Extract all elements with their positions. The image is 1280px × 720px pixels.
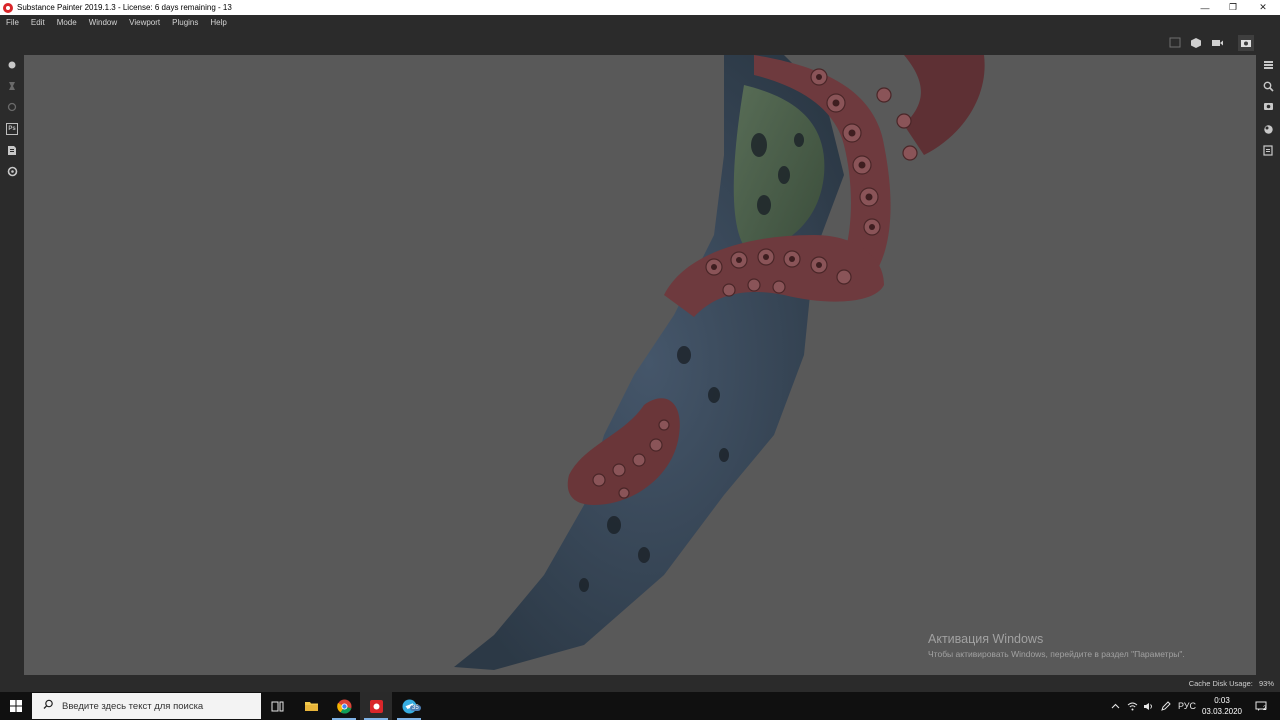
keyboard-language[interactable]: РУС [1176, 692, 1198, 720]
maximize-button[interactable]: ❐ [1218, 0, 1248, 15]
clock-time: 0:03 [1214, 696, 1230, 705]
search-placeholder: Введите здесь текст для поиска [62, 700, 204, 712]
screenshot-camera-icon[interactable] [1238, 35, 1254, 51]
cache-label: Cache Disk Usage: [1188, 679, 1253, 688]
video-camera-icon[interactable] [1210, 36, 1224, 50]
menu-window[interactable]: Window [83, 15, 123, 31]
settings-icon[interactable] [6, 165, 18, 177]
cache-disk-usage: Cache Disk Usage: 93% [1189, 679, 1274, 688]
substance-painter-icon[interactable] [360, 692, 392, 720]
show-hidden-icons-chevron-icon[interactable] [1108, 692, 1122, 720]
menu-file[interactable]: File [0, 15, 25, 31]
windows-activation-watermark: Активация Windows Чтобы активировать Win… [928, 632, 1185, 659]
document-icon[interactable] [6, 144, 18, 156]
menu-help[interactable]: Help [204, 15, 232, 31]
frame-icon[interactable] [1168, 36, 1182, 50]
substance-logo-icon [3, 2, 13, 13]
zoom-icon[interactable] [1262, 80, 1274, 92]
menu-viewport[interactable]: Viewport [123, 15, 166, 31]
display-settings-icon[interactable] [1262, 101, 1274, 113]
windows-taskbar: Введите здесь текст для поиска 35 РУС 0:… [0, 692, 1280, 720]
notifications-icon[interactable]: 2 [1250, 692, 1272, 720]
paint-brush-icon[interactable] [6, 59, 18, 71]
window-title: Substance Painter 2019.1.3 - License: 6 … [17, 3, 232, 12]
volume-icon[interactable] [1140, 692, 1156, 720]
menu-bar: File Edit Mode Window Viewport Plugins H… [0, 15, 1280, 31]
telegram-unread-badge: 35 [410, 705, 421, 711]
close-button[interactable]: ✕ [1248, 0, 1278, 15]
pen-input-icon[interactable] [1157, 692, 1173, 720]
task-view-icon[interactable] [261, 692, 293, 720]
menu-mode[interactable]: Mode [51, 15, 83, 31]
watermark-title: Активация Windows [928, 632, 1044, 646]
texture-set-icon[interactable] [1262, 144, 1274, 156]
search-icon [40, 699, 56, 713]
menu-plugins[interactable]: Plugins [166, 15, 204, 31]
telegram-icon[interactable]: 35 [393, 692, 425, 720]
viewport-toolbar [0, 31, 1280, 55]
file-explorer-icon[interactable] [295, 692, 327, 720]
menu-edit[interactable]: Edit [25, 15, 51, 31]
chrome-icon[interactable] [328, 692, 360, 720]
status-bar: Cache Disk Usage: 93% [0, 675, 1280, 692]
start-button[interactable] [0, 692, 32, 720]
clock-date: 03.03.2020 [1201, 707, 1243, 716]
eraser-icon[interactable] [6, 80, 18, 92]
windows-logo-icon [10, 700, 22, 712]
minimize-button[interactable]: — [1190, 0, 1220, 15]
network-wifi-icon[interactable] [1124, 692, 1140, 720]
cube-camera-icon[interactable] [1189, 36, 1203, 50]
photoshop-export-icon[interactable]: Ps [6, 123, 18, 135]
projection-icon[interactable] [6, 101, 18, 113]
title-bar: Substance Painter 2019.1.3 - License: 6 … [0, 0, 1280, 15]
3d-model-render [454, 55, 985, 670]
notifications-count: 2 [1263, 706, 1267, 712]
cache-value: 93% [1258, 679, 1274, 688]
watermark-subtitle: Чтобы активировать Windows, перейдите в … [928, 649, 1185, 659]
3d-viewport[interactable]: Активация Windows Чтобы активировать Win… [24, 55, 1256, 675]
layers-icon[interactable] [1262, 59, 1274, 71]
taskbar-search-box[interactable]: Введите здесь текст для поиска [32, 693, 261, 719]
shader-settings-icon[interactable] [1262, 123, 1274, 135]
system-clock[interactable]: 0:03 03.03.2020 [1196, 695, 1248, 717]
